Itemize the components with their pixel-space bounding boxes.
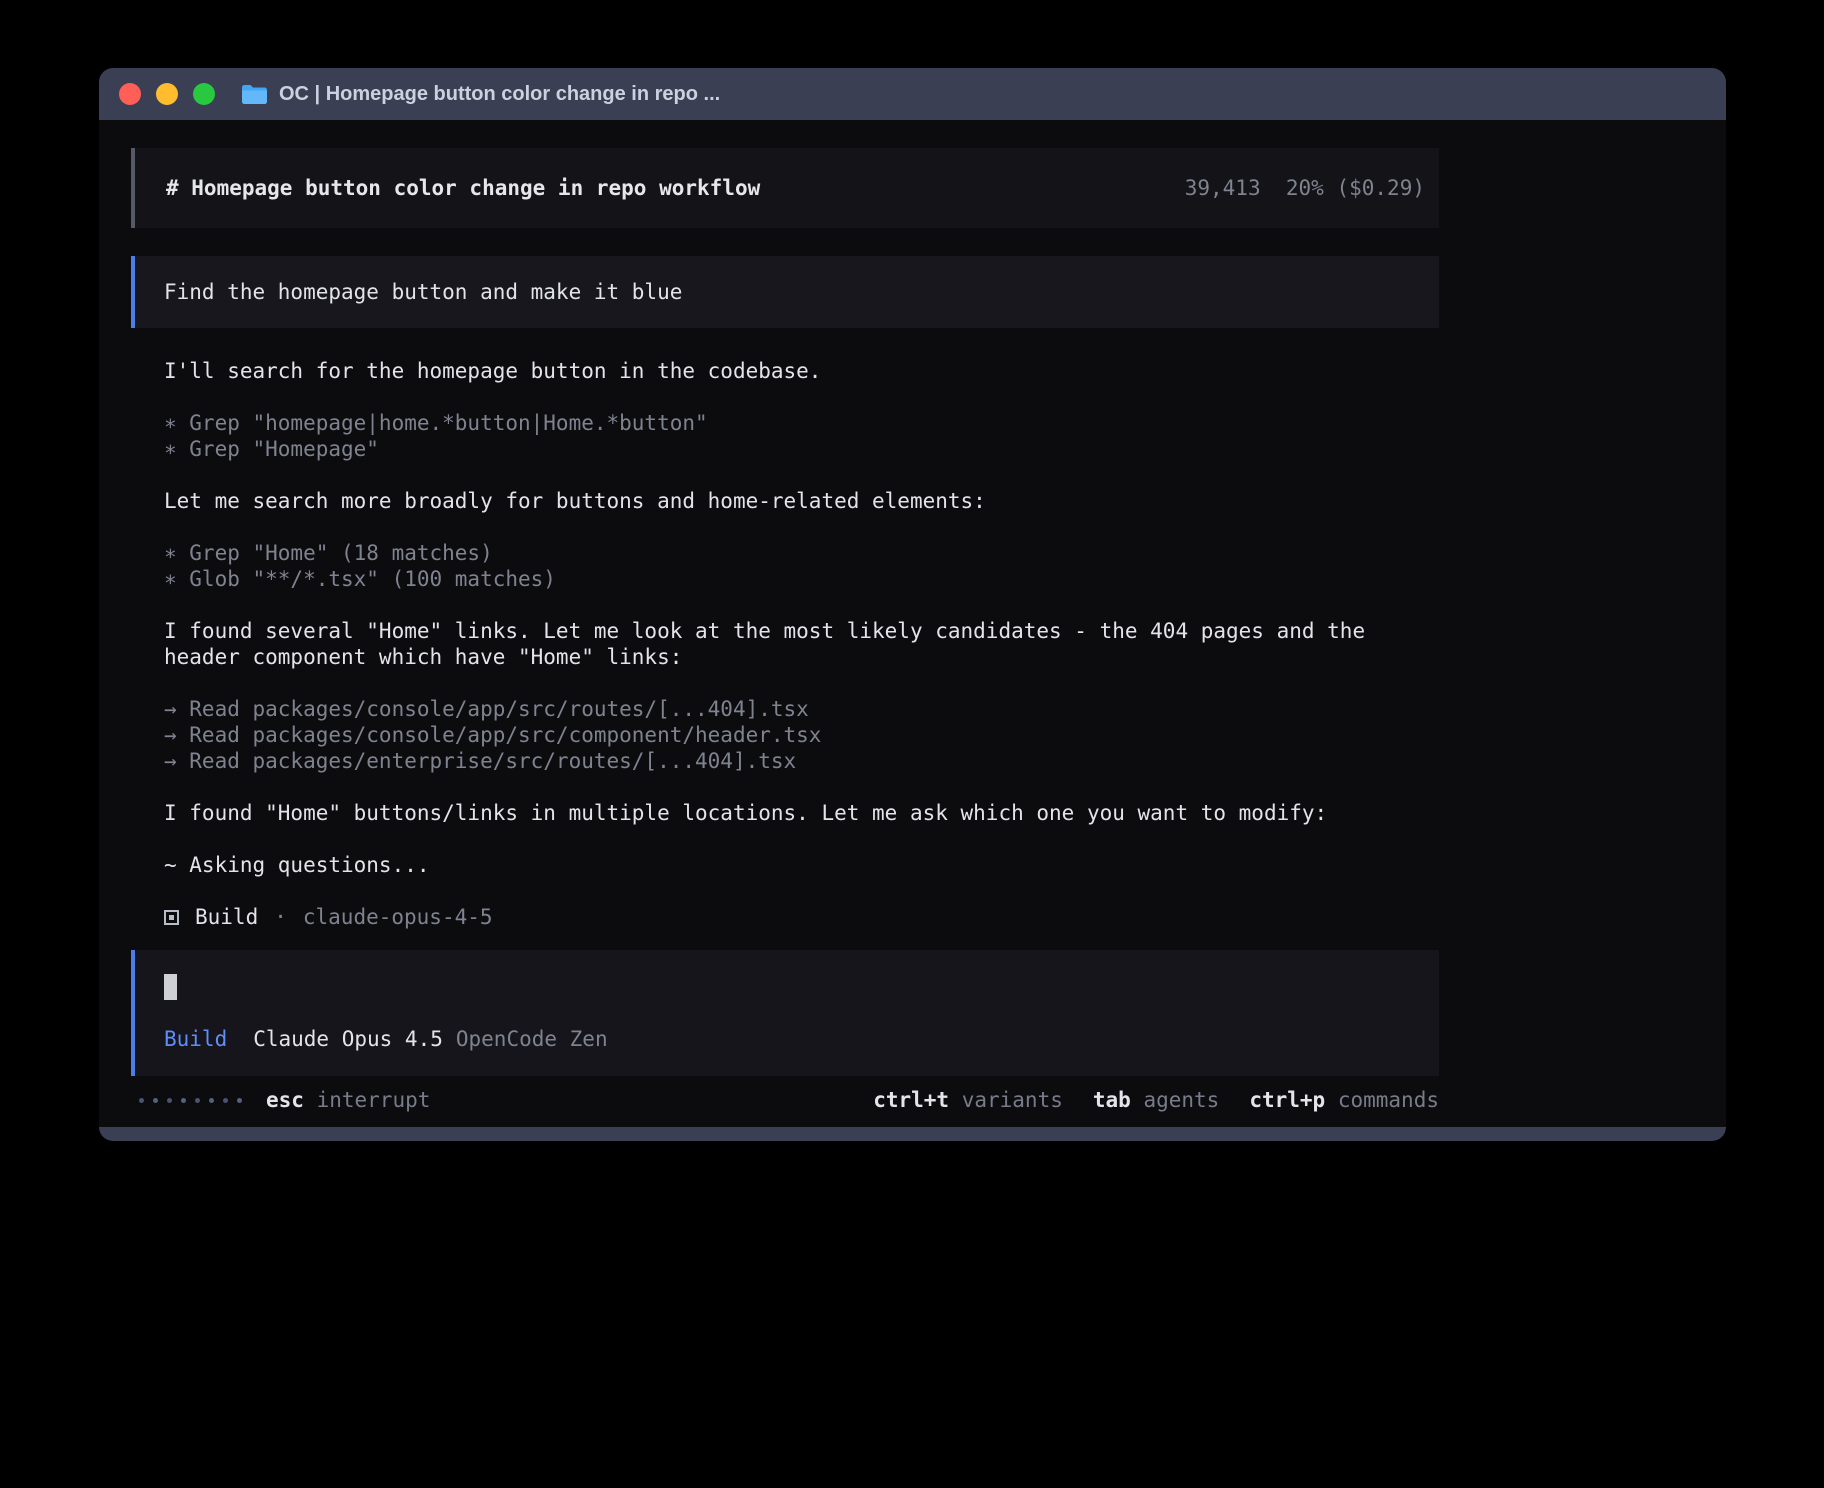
session-title: # Homepage button color change in repo w… (166, 176, 760, 200)
tool-call-glob: ∗ Glob "**/*.tsx" (100 matches) (164, 566, 1439, 592)
tool-call-grep: ∗ Grep "homepage|home.*button|Home.*butt… (164, 410, 1439, 436)
close-button[interactable] (119, 83, 141, 105)
session-stats: 39,413 20% ($0.29) (1185, 176, 1425, 200)
agent-separator: · (274, 904, 287, 930)
user-message: Find the homepage button and make it blu… (131, 256, 1439, 328)
model-label: Claude Opus 4.5 (253, 1026, 443, 1052)
spinner-icon (139, 1098, 242, 1103)
tool-call-grep: ∗ Grep "Homepage" (164, 436, 1439, 462)
assistant-text: I found several "Home" links. Let me loo… (164, 618, 1439, 670)
shortcut-interrupt: esc interrupt (266, 1088, 430, 1112)
text-cursor (164, 974, 177, 1000)
assistant-transcript: I'll search for the homepage button in t… (164, 358, 1439, 930)
shortcut-commands: ctrl+p commands (1249, 1088, 1439, 1112)
prompt-input[interactable]: Build Claude Opus 4.5 OpenCode Zen (131, 950, 1439, 1076)
tool-call-group: ∗ Grep "Home" (18 matches) ∗ Glob "**/*.… (164, 540, 1439, 592)
agent-name: Build (195, 904, 258, 930)
tool-call-group: ∗ Grep "homepage|home.*button|Home.*butt… (164, 410, 1439, 462)
terminal-window: OC | Homepage button color change in rep… (99, 68, 1726, 1141)
user-message-text: Find the homepage button and make it blu… (164, 280, 682, 304)
tool-call-grep: ∗ Grep "Home" (18 matches) (164, 540, 1439, 566)
traffic-lights (119, 83, 215, 105)
mode-label: Build (164, 1026, 227, 1052)
folder-icon (241, 84, 268, 105)
session-header: # Homepage button color change in repo w… (131, 148, 1439, 228)
agent-status-line: Build · claude-opus-4-5 (164, 904, 1439, 930)
assistant-text: I found "Home" buttons/links in multiple… (164, 800, 1439, 826)
window-title: OC | Homepage button color change in rep… (279, 83, 720, 106)
agent-icon (164, 910, 179, 925)
shortcut-variants: ctrl+t variants (873, 1088, 1063, 1112)
working-status: ~ Asking questions... (164, 852, 1439, 878)
tool-call-read: → Read packages/console/app/src/routes/[… (164, 696, 1439, 722)
tool-call-group: → Read packages/console/app/src/routes/[… (164, 696, 1439, 774)
tool-call-read: → Read packages/console/app/src/componen… (164, 722, 1439, 748)
context-percent: 20% (1286, 176, 1324, 200)
terminal-content: # Homepage button color change in repo w… (99, 120, 1726, 1127)
agent-model: claude-opus-4-5 (303, 904, 493, 930)
shortcut-agents: tab agents (1093, 1088, 1219, 1112)
titlebar: OC | Homepage button color change in rep… (99, 68, 1726, 120)
provider-label: OpenCode Zen (456, 1026, 608, 1052)
session-cost: ($0.29) (1336, 176, 1425, 200)
tool-call-read: → Read packages/enterprise/src/routes/[.… (164, 748, 1439, 774)
assistant-text: I'll search for the homepage button in t… (164, 358, 1439, 384)
zoom-button[interactable] (193, 83, 215, 105)
minimize-button[interactable] (156, 83, 178, 105)
status-bar: esc interrupt ctrl+t variants tab agents… (131, 1084, 1439, 1116)
assistant-text: Let me search more broadly for buttons a… (164, 488, 1439, 514)
input-meta: Build Claude Opus 4.5 OpenCode Zen (164, 1026, 1411, 1052)
token-count: 39,413 (1185, 176, 1261, 200)
